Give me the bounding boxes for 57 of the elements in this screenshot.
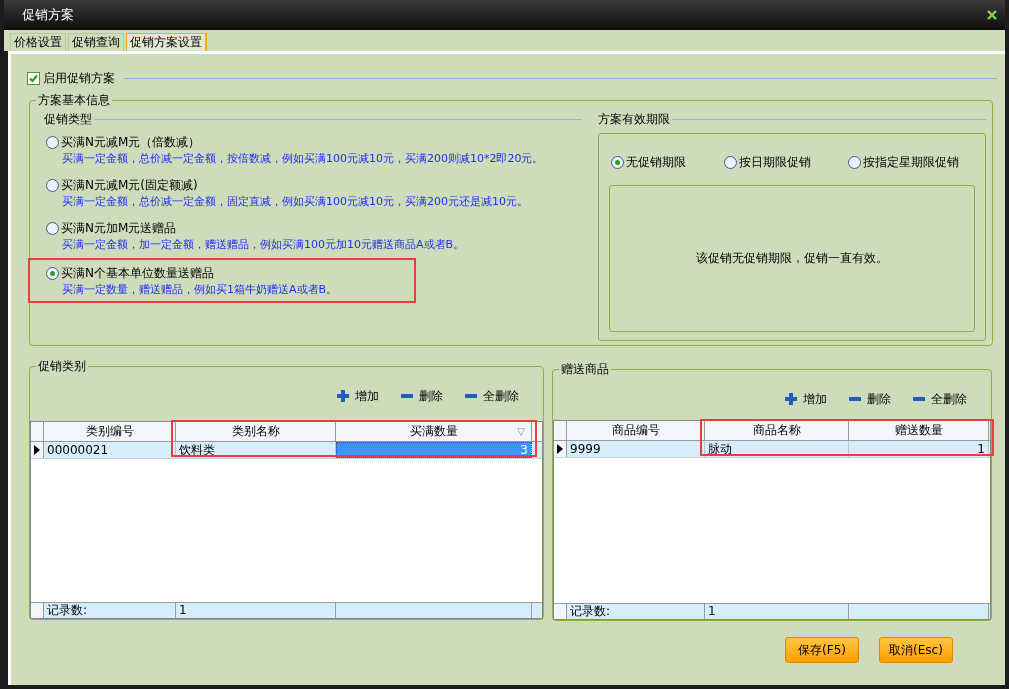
footer-cell: 1 [705, 604, 849, 619]
radio-label: 无促销期限 [626, 154, 686, 171]
radio-label: 按日期限促销 [738, 154, 811, 171]
group-title: 赠送商品 [559, 362, 611, 376]
group-title: 方案基本信息 [36, 93, 112, 107]
row-header[interactable] [31, 442, 44, 458]
plus-icon [337, 390, 349, 402]
section-title: 方案有效期限 [598, 110, 670, 128]
section-title: 促销类型 [44, 110, 92, 128]
option-description: 买满一定数量，赠送赠品，例如买1箱牛奶赠送A或者B。 [62, 282, 338, 298]
row-header[interactable] [554, 441, 567, 457]
radio-label: 按指定星期限促销 [863, 154, 959, 171]
tab[interactable]: 促销查询 [68, 33, 124, 51]
cancel-button[interactable]: 取消(Esc) [879, 637, 953, 663]
table-cell: 脉动 [705, 441, 849, 457]
delete-button[interactable]: 全删除 [913, 388, 967, 410]
delete-button[interactable]: 删除 [401, 385, 443, 407]
radio-button[interactable] [611, 156, 624, 169]
option-description: 买满一定金额，总价减一定金额，按倍数减，例如买满100元减10元，买满200则减10*2即20元。 [62, 151, 544, 167]
radio-label: 买满N元减M元(固定额减) [61, 176, 198, 194]
option-description: 买满一定金额，总价减一定金额，固定直减，例如买满100元减10元，买满200元还是减10元。 [62, 194, 528, 210]
radio-button[interactable] [46, 266, 59, 280]
radio-button[interactable] [46, 221, 59, 235]
radio-button[interactable] [723, 156, 737, 169]
delete-button[interactable]: 删除 [849, 388, 891, 410]
option-description: 买满一定金额，加一定金额，赠送赠品，例如买满100元加10元赠送商品A或者B。 [62, 237, 465, 253]
radio-button[interactable] [848, 156, 861, 169]
column-header[interactable]: 买满数量 ▽ [336, 422, 532, 441]
footer-cell: 记录数: [44, 603, 176, 618]
radio-button[interactable] [46, 178, 59, 192]
close-icon[interactable] [987, 10, 997, 20]
validity-message: 该促销无促销期限，促销一直有效。 [696, 250, 888, 267]
tab[interactable]: 价格设置 [10, 33, 66, 51]
save-button[interactable]: 保存(F5) [785, 637, 859, 663]
delete-button[interactable]: 全删除 [465, 385, 519, 407]
window-title: 促销方案 [22, 6, 74, 24]
add-button[interactable]: 增加 [785, 388, 827, 410]
column-header[interactable]: 类别编号 [44, 422, 176, 441]
column-header[interactable]: 商品名称 [705, 421, 849, 440]
radio-label: 买满N元减M元（倍数减） [61, 133, 201, 151]
table-cell: 1 [849, 441, 989, 457]
tab[interactable]: 促销方案设置 [126, 33, 207, 51]
plus-icon [785, 393, 797, 405]
add-button[interactable]: 增加 [337, 385, 379, 407]
column-header[interactable]: 商品编号 [567, 421, 705, 440]
column-header[interactable]: 赠送数量 [849, 421, 989, 440]
checkbox[interactable] [27, 71, 40, 85]
column-header[interactable]: 类别名称 [176, 422, 336, 441]
table-cell: 9999 [567, 441, 705, 457]
checkbox-label: 启用促销方案 [43, 69, 115, 87]
footer-cell: 记录数: [567, 604, 705, 619]
table-cell: 00000021 [44, 442, 176, 458]
footer-cell: 1 [176, 603, 336, 618]
radio-label: 买满N元加M元送赠品 [61, 219, 177, 237]
radio-label: 买满N个基本单位数量送赠品 [61, 264, 214, 282]
group-title: 促销类别 [36, 359, 88, 373]
radio-button[interactable] [46, 135, 59, 149]
